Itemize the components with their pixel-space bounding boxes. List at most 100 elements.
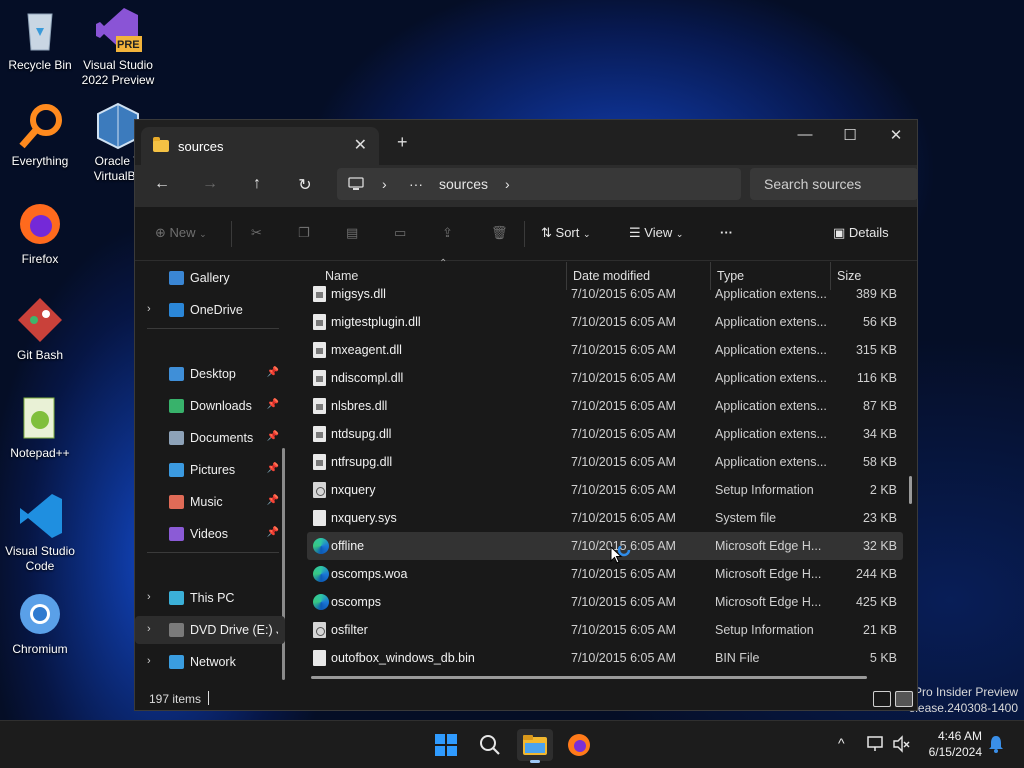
- copy-icon[interactable]: ❐: [298, 225, 310, 241]
- file-size: 315 KB: [855, 343, 897, 357]
- file-date-modified: 7/10/2015 6:05 AM: [571, 511, 676, 525]
- maximize-button[interactable]: ☐: [835, 126, 865, 144]
- vertical-scrollbar[interactable]: [909, 476, 912, 504]
- desktop-icon-notepad-plus-plus[interactable]: Notepad++: [0, 394, 80, 461]
- videos-icon: [169, 527, 184, 541]
- file-row[interactable]: oscomps.woa 7/10/2015 6:05 AM Microsoft Ed…: [307, 560, 903, 588]
- file-type: Microsoft Edge H...: [715, 595, 822, 609]
- desktop-icon-recycle-bin[interactable]: Recycle Bin: [0, 6, 80, 73]
- file-size: 34 KB: [862, 427, 897, 441]
- network-icon[interactable]: [866, 735, 886, 753]
- rename-icon[interactable]: ▭: [394, 225, 406, 241]
- file-size: 425 KB: [855, 595, 897, 609]
- sidebar-item-network[interactable]: › Network: [135, 648, 285, 676]
- chevron-down-icon: ⌄: [199, 229, 207, 239]
- file-row[interactable]: offline 7/10/2015 6:05 AM Microsoft Edge H…: [307, 532, 903, 560]
- file-row[interactable]: outofbox_windows_db.bin 7/10/2015 6:05 AM…: [307, 644, 903, 672]
- desktop-icon-git-bash[interactable]: Git Bash: [0, 296, 80, 363]
- tab-close-button[interactable]: ✕: [354, 135, 367, 155]
- clock-date: 6/15/2024: [928, 745, 982, 759]
- file-type: Microsoft Edge H...: [715, 539, 822, 553]
- documents-icon: [169, 431, 184, 445]
- start-button[interactable]: [428, 729, 464, 761]
- minimize-button[interactable]: —: [790, 126, 820, 143]
- volume-muted-icon[interactable]: [892, 735, 910, 753]
- details-view-button[interactable]: [873, 691, 891, 707]
- search-button[interactable]: [472, 729, 508, 761]
- file-row[interactable]: migsys.dll 7/10/2015 6:05 AM Application e…: [307, 280, 903, 308]
- breadcrumb-separator-end[interactable]: ›: [505, 176, 510, 192]
- file-row[interactable]: ntdsupg.dll 7/10/2015 6:05 AM Application …: [307, 420, 903, 448]
- file-row[interactable]: ndiscompl.dll 7/10/2015 6:05 AM Applicatio…: [307, 364, 903, 392]
- desktop-icon-firefox[interactable]: Firefox: [0, 200, 80, 267]
- sidebar-item-onedrive[interactable]: › OneDrive: [135, 296, 285, 324]
- tiles-view-button[interactable]: [895, 691, 913, 707]
- tab-sources[interactable]: sources ✕: [141, 127, 379, 165]
- pin-icon: 📌: [266, 463, 279, 474]
- file-size: 87 KB: [862, 399, 897, 413]
- sidebar-item-gallery[interactable]: Gallery: [135, 264, 285, 292]
- file-date-modified: 7/10/2015 6:05 AM: [571, 315, 676, 329]
- notification-bell-icon[interactable]: [988, 735, 1004, 753]
- refresh-button[interactable]: ↻: [294, 175, 316, 195]
- sidebar-item-pictures[interactable]: Pictures 📌: [135, 456, 285, 484]
- expand-chevron-icon[interactable]: ›: [147, 591, 151, 603]
- sidebar-item-this-pc[interactable]: › This PC: [135, 584, 285, 612]
- file-size: 21 KB: [862, 623, 897, 637]
- file-row[interactable]: nxquery.sys 7/10/2015 6:05 AM System file 2…: [307, 504, 903, 532]
- address-bar[interactable]: › ··· sources ›: [337, 168, 741, 200]
- file-row[interactable]: ntfrsupg.dll 7/10/2015 6:05 AM Application…: [307, 448, 903, 476]
- details-button[interactable]: ▣ Details: [833, 225, 889, 241]
- new-button[interactable]: ⊕ New ⌄: [155, 225, 207, 241]
- share-icon[interactable]: ⇪: [442, 225, 453, 241]
- expand-chevron-icon[interactable]: ›: [147, 623, 151, 635]
- clock[interactable]: 4:46 AM 6/15/2024: [912, 728, 982, 760]
- file-row[interactable]: nxquery 7/10/2015 6:05 AM Setup Informatio…: [307, 476, 903, 504]
- search-box[interactable]: Search sources: [750, 168, 918, 200]
- up-button[interactable]: ↑: [246, 175, 268, 193]
- sidebar-item-documents[interactable]: Documents 📌: [135, 424, 285, 452]
- notepad-plus-plus-icon: [16, 394, 64, 442]
- tab-title: sources: [178, 139, 224, 154]
- expand-chevron-icon[interactable]: ›: [147, 303, 151, 315]
- tray-overflow-chevron[interactable]: ^: [838, 735, 845, 751]
- file-type: Setup Information: [715, 483, 814, 497]
- horizontal-scrollbar[interactable]: [311, 676, 867, 679]
- desktop-icon-vscode[interactable]: Visual Studio Code: [0, 492, 80, 574]
- file-row[interactable]: migtestplugin.dll 7/10/2015 6:05 AM Applic…: [307, 308, 903, 336]
- breadcrumb-ellipsis[interactable]: ···: [409, 176, 423, 192]
- desktop-icon-chromium[interactable]: Chromium: [0, 590, 80, 657]
- file-row[interactable]: osfilter 7/10/2015 6:05 AM Setup Informati…: [307, 616, 903, 644]
- new-tab-button[interactable]: +: [397, 132, 408, 153]
- delete-icon[interactable]: 🗑: [491, 225, 508, 241]
- sidebar-item-downloads[interactable]: Downloads 📌: [135, 392, 285, 420]
- view-button[interactable]: ☰ View ⌄: [629, 225, 683, 241]
- taskbar-firefox[interactable]: [561, 729, 597, 761]
- more-options-button[interactable]: ···: [720, 225, 733, 240]
- sidebar-item-dvd-drive-e-j[interactable]: › DVD Drive (E:) J_: [135, 616, 285, 644]
- desktop-icon-everything[interactable]: Everything: [0, 102, 80, 169]
- file-date-modified: 7/10/2015 6:05 AM: [571, 567, 676, 581]
- file-type: Microsoft Edge H...: [715, 567, 822, 581]
- file-name: oscomps: [331, 595, 382, 609]
- file-row[interactable]: nlsbres.dll 7/10/2015 6:05 AM Application …: [307, 392, 903, 420]
- back-button[interactable]: ←: [151, 175, 173, 193]
- cut-icon[interactable]: ✂: [251, 225, 262, 241]
- file-row[interactable]: mxeagent.dll 7/10/2015 6:05 AM Application…: [307, 336, 903, 364]
- sort-button[interactable]: ⇅ Sort ⌄: [541, 225, 591, 241]
- sidebar-item-videos[interactable]: Videos 📌: [135, 520, 285, 548]
- expand-chevron-icon[interactable]: ›: [147, 655, 151, 667]
- sidebar-item-music[interactable]: Music 📌: [135, 488, 285, 516]
- forward-button[interactable]: →: [199, 175, 221, 193]
- chevron-down-icon: ⌄: [675, 229, 684, 239]
- desktop-icon-visual-studio[interactable]: PRE Visual Studio 2022 Preview: [78, 6, 158, 88]
- taskbar-file-explorer[interactable]: [517, 729, 553, 763]
- sidebar-item-desktop[interactable]: Desktop 📌: [135, 360, 285, 388]
- file-row[interactable]: oscomps 7/10/2015 6:05 AM Microsoft Edge H…: [307, 588, 903, 616]
- file-size: 58 KB: [862, 455, 897, 469]
- breadcrumb-sources[interactable]: sources: [439, 176, 488, 192]
- windows-logo-icon: [435, 734, 457, 756]
- view-icon: ☰: [629, 225, 641, 240]
- close-button[interactable]: ✕: [881, 126, 911, 144]
- paste-icon[interactable]: ▤: [346, 225, 358, 241]
